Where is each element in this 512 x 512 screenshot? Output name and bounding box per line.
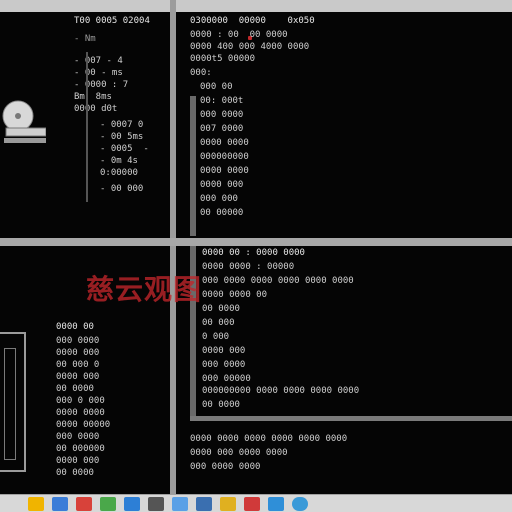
network-icon[interactable] — [196, 496, 212, 511]
pane-line: - 00 5ms — [100, 132, 144, 142]
mail-icon[interactable] — [76, 496, 92, 511]
app-icon[interactable] — [268, 496, 284, 511]
window-top-strip — [0, 0, 512, 12]
pane-line: 000 0 000 — [56, 396, 105, 406]
vertical-splitter[interactable] — [170, 0, 176, 494]
pane-header: T00 0005 02004 — [74, 16, 150, 26]
pane-line: 0000 0000 — [56, 408, 105, 418]
pane-line: 00 0000 — [202, 400, 240, 410]
watermark-text: 慈云观图 — [86, 273, 203, 306]
pane-line: 00 000 0 — [56, 360, 100, 370]
pane-line: 0000t5 00000 — [190, 54, 256, 64]
globe-icon[interactable] — [292, 496, 308, 511]
pane-line: 00 0000 — [202, 304, 240, 314]
pane-header: 0300000 00000 0x050 — [190, 16, 315, 26]
terminal-icon[interactable] — [148, 496, 164, 511]
pane-line: 000 0000 0000 — [190, 462, 261, 472]
pane-line: 0000 d0t — [74, 104, 118, 114]
pane-line: 000 00 — [200, 82, 233, 92]
pane-line: 000 0000 — [56, 336, 100, 346]
pane-line: 000 0000 — [56, 432, 100, 442]
pane-line: - 0005 - — [100, 144, 149, 154]
pane-line: 000 0000 0000 0000 0000 0000 — [202, 276, 354, 286]
pane-line: 00 000000 — [56, 444, 105, 454]
pane-line: - 0m 4s — [100, 156, 138, 166]
pane-line: 0000 : 00 00 0000 — [190, 30, 288, 40]
pane-line: - 00 000 — [100, 184, 144, 194]
pane-line: 0000 000 — [56, 348, 100, 358]
side-panel-frame — [0, 332, 26, 472]
terminal-pane-top-right[interactable]: 0300000 00000 0x050 0000 : 00 00 0000 00… — [176, 12, 512, 238]
scrollbar-track[interactable] — [190, 96, 196, 236]
pane-line: 0000 0000 — [200, 138, 249, 148]
document-icon[interactable] — [244, 496, 260, 511]
pane-line: 0000 0000 : 00000 — [202, 262, 295, 272]
pane-line: 00 00000 — [200, 208, 244, 218]
pane-line: 0000 000 0000 0000 — [190, 448, 288, 458]
pane-line: 0000 000 — [202, 346, 246, 356]
pane-line: 000 0000 — [202, 360, 246, 370]
pane-header: 0000 00 — [56, 322, 94, 332]
browser-icon[interactable] — [52, 496, 68, 511]
image-icon[interactable] — [220, 496, 236, 511]
tree-guide — [86, 52, 88, 202]
pane-line: 000000000 — [200, 152, 249, 162]
pane-line: 0000 0000 — [200, 166, 249, 176]
folder-icon[interactable] — [28, 496, 44, 511]
pane-line: 0 000 — [202, 332, 230, 342]
pane-line: - 0000 : 7 — [74, 80, 129, 90]
pane-line: 0000 000 — [56, 372, 100, 382]
pane-line: 000: — [190, 68, 218, 78]
media-icon[interactable] — [100, 496, 116, 511]
pane-header: 0000 00 : 0000 0000 — [202, 248, 305, 258]
settings-icon[interactable] — [124, 496, 140, 511]
terminal-pane-top-left[interactable]: T00 0005 02004 - Nm - 007 - 4 - 00 - ms … — [0, 12, 170, 238]
pane-line: 0000 400 000 4000 0000 — [190, 42, 310, 52]
pane-line: 007 0000 — [200, 124, 244, 134]
horizontal-splitter[interactable] — [0, 238, 512, 246]
disc-drive-icon — [2, 100, 46, 143]
terminal-pane-bottom-right[interactable]: 0000 00 : 0000 0000 0000 0000 : 00000 00… — [176, 246, 512, 494]
pane-line: - 007 - 4 — [74, 56, 123, 66]
pane-line: 00 000 — [202, 318, 235, 328]
pane-line: - 0007 0 — [100, 120, 144, 130]
pane-line: - Nm — [74, 34, 96, 44]
pane-line: 00: 000t — [200, 96, 244, 106]
pane-line: 000 00000 — [202, 374, 251, 384]
pane-line: 000 0000 — [200, 110, 244, 120]
pane-line: - 00 - ms — [74, 68, 123, 78]
pane-line: 000000000 0000 0000 0000 0000 — [202, 386, 360, 396]
pane-line: 0000 0000 00 — [202, 290, 268, 300]
chat-icon[interactable] — [172, 496, 188, 511]
pane-line: 0000 0000 0000 0000 0000 0000 — [190, 434, 348, 444]
pane-line: 0000 000 — [200, 180, 244, 190]
taskbar — [0, 494, 512, 512]
pane-line: 0000 00000 — [56, 420, 111, 430]
pane-line: 00 0000 — [56, 384, 94, 394]
pane-line: Bm 8ms — [74, 92, 112, 102]
pane-line: 0:00000 — [100, 168, 138, 178]
pane-line: 0000 000 — [56, 456, 100, 466]
pane-line: 000 000 — [200, 194, 238, 204]
pane-line: 00 0000 — [56, 468, 94, 478]
horizontal-scrollbar[interactable] — [190, 416, 512, 421]
